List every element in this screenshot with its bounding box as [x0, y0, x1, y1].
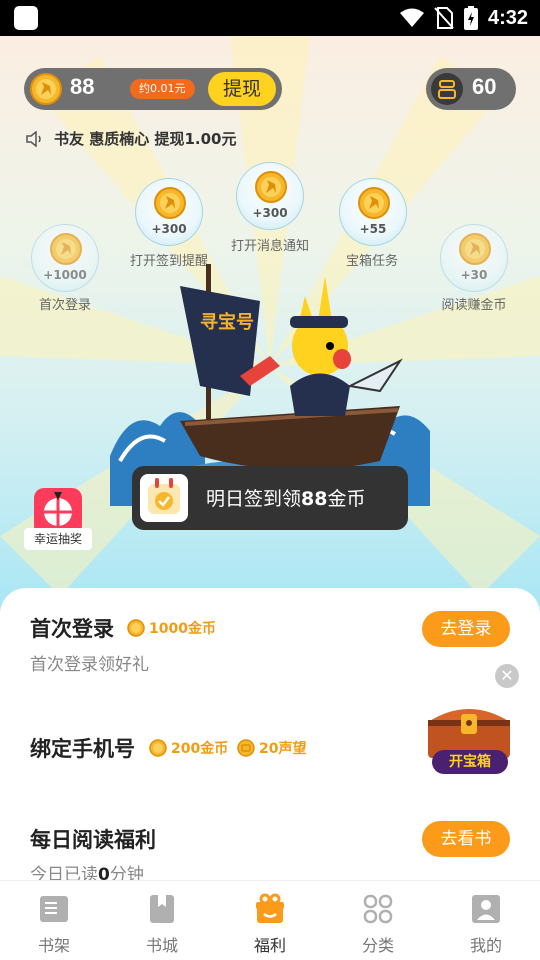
task-reward-text: 1000金币: [149, 621, 216, 637]
bubble-amount: +55: [359, 222, 387, 236]
toast-amount: 88: [301, 488, 328, 510]
checkin-toast: 明日签到领88金币: [132, 466, 408, 530]
read-time-prefix: 今日已读: [30, 865, 98, 880]
lucky-draw-label: 幸运抽奖: [24, 528, 92, 550]
tab-label: 书架: [37, 936, 70, 955]
calendar-check-icon: [140, 474, 188, 522]
toast-message: 明日签到领88金币: [206, 484, 365, 511]
coin-icon: [255, 171, 287, 203]
flag-label: 寻宝号: [200, 311, 254, 333]
gift-icon: [256, 893, 284, 923]
coin-icon: [30, 73, 62, 105]
task-reward: 200金币: [149, 738, 228, 758]
read-time-suffix: 分钟: [109, 865, 144, 880]
coin-bubble-reading[interactable]: +30: [440, 224, 508, 292]
coin-bubble-checkin-reminder[interactable]: +300: [135, 178, 203, 246]
tab-label: 福利: [253, 936, 286, 955]
treasure-chest-label: 开宝箱: [432, 750, 508, 774]
treasure-chest-button[interactable]: 开宝箱: [424, 700, 514, 776]
battery-icon: [463, 6, 478, 30]
task-subtitle: 今日已读0分钟: [30, 860, 144, 880]
reputation-count: 60: [472, 74, 497, 99]
toast-suffix: 金币: [327, 488, 366, 510]
coin-bubble-treasure-task[interactable]: +55: [339, 178, 407, 246]
ticker-text: 书友 惠质楠心 提现1.00元: [54, 130, 237, 148]
coin-icon: [358, 187, 390, 219]
bottom-tab-bar: 书架 书城 福利 分类 我的: [0, 880, 540, 960]
coin-balance-pill: 88 约0.01元 提现: [24, 68, 282, 110]
task-subtitle: 首次登录领好礼: [30, 655, 149, 675]
tab-profile[interactable]: 我的: [432, 881, 540, 960]
coin-count: 88: [70, 74, 95, 99]
task-reward-text: 20声望: [259, 741, 307, 757]
tab-category[interactable]: 分类: [324, 881, 432, 960]
go-read-button[interactable]: 去看书: [422, 821, 510, 857]
go-login-button[interactable]: 去登录: [422, 611, 510, 647]
bubble-amount: +300: [151, 222, 187, 236]
wifi-icon: [399, 8, 424, 27]
toast-prefix: 明日签到领: [206, 488, 302, 510]
task-reward: 20声望: [237, 738, 306, 758]
task-title: 绑定手机号: [30, 737, 135, 761]
bookstore-icon: [150, 895, 174, 923]
reputation-pill[interactable]: 60: [426, 68, 516, 110]
tab-label: 书城: [145, 936, 178, 955]
coin-icon: [459, 233, 491, 265]
bubble-amount: +30: [460, 268, 488, 282]
profile-icon: [472, 895, 500, 923]
coin-value-badge: 约0.01元: [130, 79, 195, 99]
no-sim-icon: [434, 7, 454, 29]
bubble-amount: +300: [252, 206, 288, 220]
status-bar: 4:32: [0, 0, 540, 36]
bubble-amount: +1000: [43, 268, 87, 282]
coin-icon: [149, 739, 167, 757]
task-title: 首次登录: [30, 617, 114, 641]
tab-bookshelf[interactable]: 书架: [0, 881, 108, 960]
withdraw-ticker: 书友 惠质楠心 提现1.00元: [26, 128, 236, 149]
reputation-icon: [237, 739, 255, 757]
task-reward-text: 200金币: [171, 741, 229, 757]
bookshelf-icon: [40, 896, 68, 922]
tab-welfare[interactable]: 福利: [216, 881, 324, 960]
coin-bubble-first-login[interactable]: +1000: [31, 224, 99, 292]
category-icon: [363, 894, 393, 924]
hero-area: 88 约0.01元 提现 60 书友 惠质楠心 提现1.00元 +1000 首次…: [0, 36, 540, 616]
notification-icon: [14, 6, 38, 30]
read-time-value: 0: [98, 865, 110, 880]
tab-label: 分类: [361, 936, 394, 955]
coin-icon: [154, 187, 186, 219]
task-reward: 1000金币: [127, 618, 216, 638]
tab-label: 我的: [469, 936, 502, 955]
withdraw-button[interactable]: 提现: [208, 72, 276, 106]
lucky-draw-button[interactable]: 幸运抽奖: [24, 488, 94, 552]
clock: 4:32: [487, 6, 528, 29]
coin-bubble-notifications[interactable]: +300: [236, 162, 304, 230]
close-icon[interactable]: ✕: [495, 664, 519, 688]
reputation-icon: [431, 73, 463, 105]
coin-icon: [127, 619, 145, 637]
task-title: 每日阅读福利: [30, 828, 156, 852]
coin-icon: [50, 233, 82, 265]
speaker-icon: [26, 130, 41, 147]
tab-bookstore[interactable]: 书城: [108, 881, 216, 960]
